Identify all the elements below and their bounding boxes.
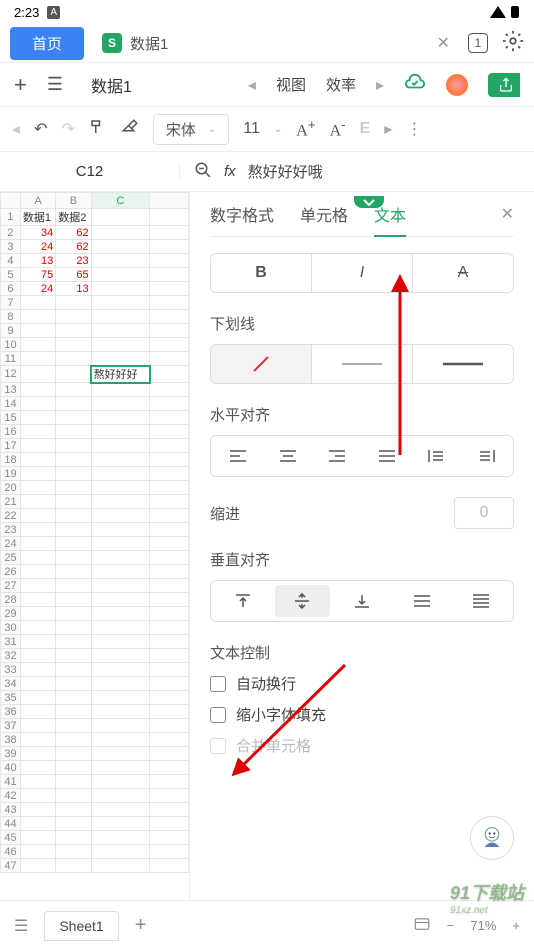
align-justify[interactable] [364, 440, 410, 472]
eraser-icon[interactable] [121, 118, 139, 141]
bold-button[interactable]: B [211, 254, 312, 292]
chevron-right-icon[interactable]: ▸ [384, 119, 392, 139]
add-sheet-icon[interactable]: + [135, 914, 147, 937]
halign-label: 水平对齐 [210, 404, 514, 425]
top-tabs: 首页 S 数据1 ✕ 1 [0, 24, 534, 62]
font-decrease-icon[interactable]: A- [330, 117, 346, 140]
underline-options [210, 344, 514, 384]
format-painter-icon[interactable] [89, 118, 107, 141]
sheet-name[interactable]: 数据1 [91, 73, 228, 97]
italic-button[interactable]: I [312, 254, 413, 292]
merge-checkbox: 合并单元格 [210, 735, 514, 756]
view-mode-icon[interactable] [413, 915, 431, 936]
zoom-level: 71% [470, 918, 496, 933]
file-tab-label: 数据1 [130, 33, 168, 54]
watermark: 91下载站91xz.net [450, 879, 524, 916]
status-icon: A [47, 6, 60, 19]
valign-top[interactable] [215, 585, 271, 617]
font-increase-icon[interactable]: A+ [296, 117, 315, 140]
file-tab[interactable]: S 数据1 ✕ [90, 33, 462, 54]
cell-reference[interactable]: C12 [0, 163, 180, 180]
main-toolbar: + ☰ 数据1 ◂ 视图 效率 ▸ [0, 62, 534, 107]
strikethrough-button[interactable]: A [413, 254, 513, 292]
close-icon[interactable]: ✕ [501, 204, 514, 224]
indent-value[interactable]: 0 [454, 497, 514, 529]
halign-options [210, 435, 514, 477]
undo-icon[interactable]: ↶ [34, 119, 47, 139]
wrap-checkbox[interactable]: 自动换行 [210, 673, 514, 694]
status-bar: 2:23 A [0, 0, 534, 24]
home-button[interactable]: 首页 [10, 27, 84, 60]
cloud-icon[interactable] [404, 71, 426, 98]
chevron-down-icon: ⌄ [274, 124, 282, 135]
chevron-left-icon[interactable]: ◂ [12, 119, 20, 139]
sheet-tab[interactable]: Sheet1 [44, 911, 118, 941]
formula-bar: C12 fx 熬好好好哦 [0, 152, 534, 192]
more-icon[interactable]: ⋮ [406, 119, 422, 139]
zoom-plus[interactable]: + [512, 918, 520, 933]
redo-icon[interactable]: ↷ [61, 119, 74, 139]
fx-icon[interactable]: fx [224, 163, 236, 180]
valign-middle[interactable] [275, 585, 331, 617]
window-count-icon[interactable]: 1 [468, 33, 488, 53]
valign-bottom[interactable] [334, 585, 390, 617]
valign-justify[interactable] [453, 585, 509, 617]
formula-input[interactable]: 熬好好好哦 [248, 161, 323, 182]
style-buttons: B I A [210, 253, 514, 293]
align-indent-left[interactable] [414, 440, 460, 472]
menu-icon[interactable]: ☰ [47, 74, 63, 95]
chevron-right-icon[interactable]: ▸ [376, 75, 384, 95]
underline-label: 下划线 [210, 313, 514, 334]
plus-icon[interactable]: + [14, 72, 27, 98]
sheets-menu-icon[interactable]: ☰ [14, 916, 28, 936]
tab-text[interactable]: 文本 [374, 202, 406, 226]
align-left[interactable] [215, 440, 261, 472]
shrink-checkbox[interactable]: 缩小字体填充 [210, 704, 514, 725]
format-toolbar: ◂ ↶ ↷ 宋体 ⌄ 11 ⌄ A+ A- E ▸ ⋮ [0, 107, 534, 152]
spreadsheet[interactable]: ABC 1数据1数据2 23462 32462 41323 57565 6241… [0, 192, 190, 900]
indent-label: 缩进 [210, 503, 240, 524]
sheet-app-icon: S [102, 33, 122, 53]
valign-label: 垂直对齐 [210, 549, 514, 570]
assistant-button[interactable] [470, 816, 514, 860]
bold-icon[interactable]: E [360, 120, 371, 138]
font-size[interactable]: 11 [243, 120, 260, 138]
underline-single[interactable] [312, 345, 413, 383]
avatar[interactable] [446, 74, 468, 96]
align-indent-right[interactable] [463, 440, 509, 472]
gear-icon[interactable] [502, 30, 524, 57]
align-right[interactable] [314, 440, 360, 472]
font-select[interactable]: 宋体 ⌄ [153, 114, 229, 145]
close-icon[interactable]: ✕ [437, 33, 450, 53]
status-time: 2:23 [14, 5, 39, 20]
align-center[interactable] [265, 440, 311, 472]
format-panel: 数字格式 单元格 文本 ✕ B I A 下划线 水平对齐 缩进 0 [190, 192, 534, 900]
tab-number-format[interactable]: 数字格式 [210, 202, 274, 226]
chevron-left-icon[interactable]: ◂ [248, 75, 256, 95]
chevron-down-icon: ⌄ [208, 124, 216, 135]
valign-distribute[interactable] [394, 585, 450, 617]
valign-options [210, 580, 514, 622]
zoom-out-icon[interactable] [194, 161, 212, 183]
zoom-minus[interactable]: − [447, 918, 455, 933]
tab-cell[interactable]: 单元格 [300, 202, 348, 226]
textctrl-label: 文本控制 [210, 642, 514, 663]
mode-tab[interactable]: 效率 [326, 74, 356, 95]
status-icons [490, 5, 520, 19]
underline-thick[interactable] [413, 345, 513, 383]
share-button[interactable] [488, 73, 520, 97]
view-tab[interactable]: 视图 [276, 74, 306, 95]
underline-none[interactable] [211, 345, 312, 383]
